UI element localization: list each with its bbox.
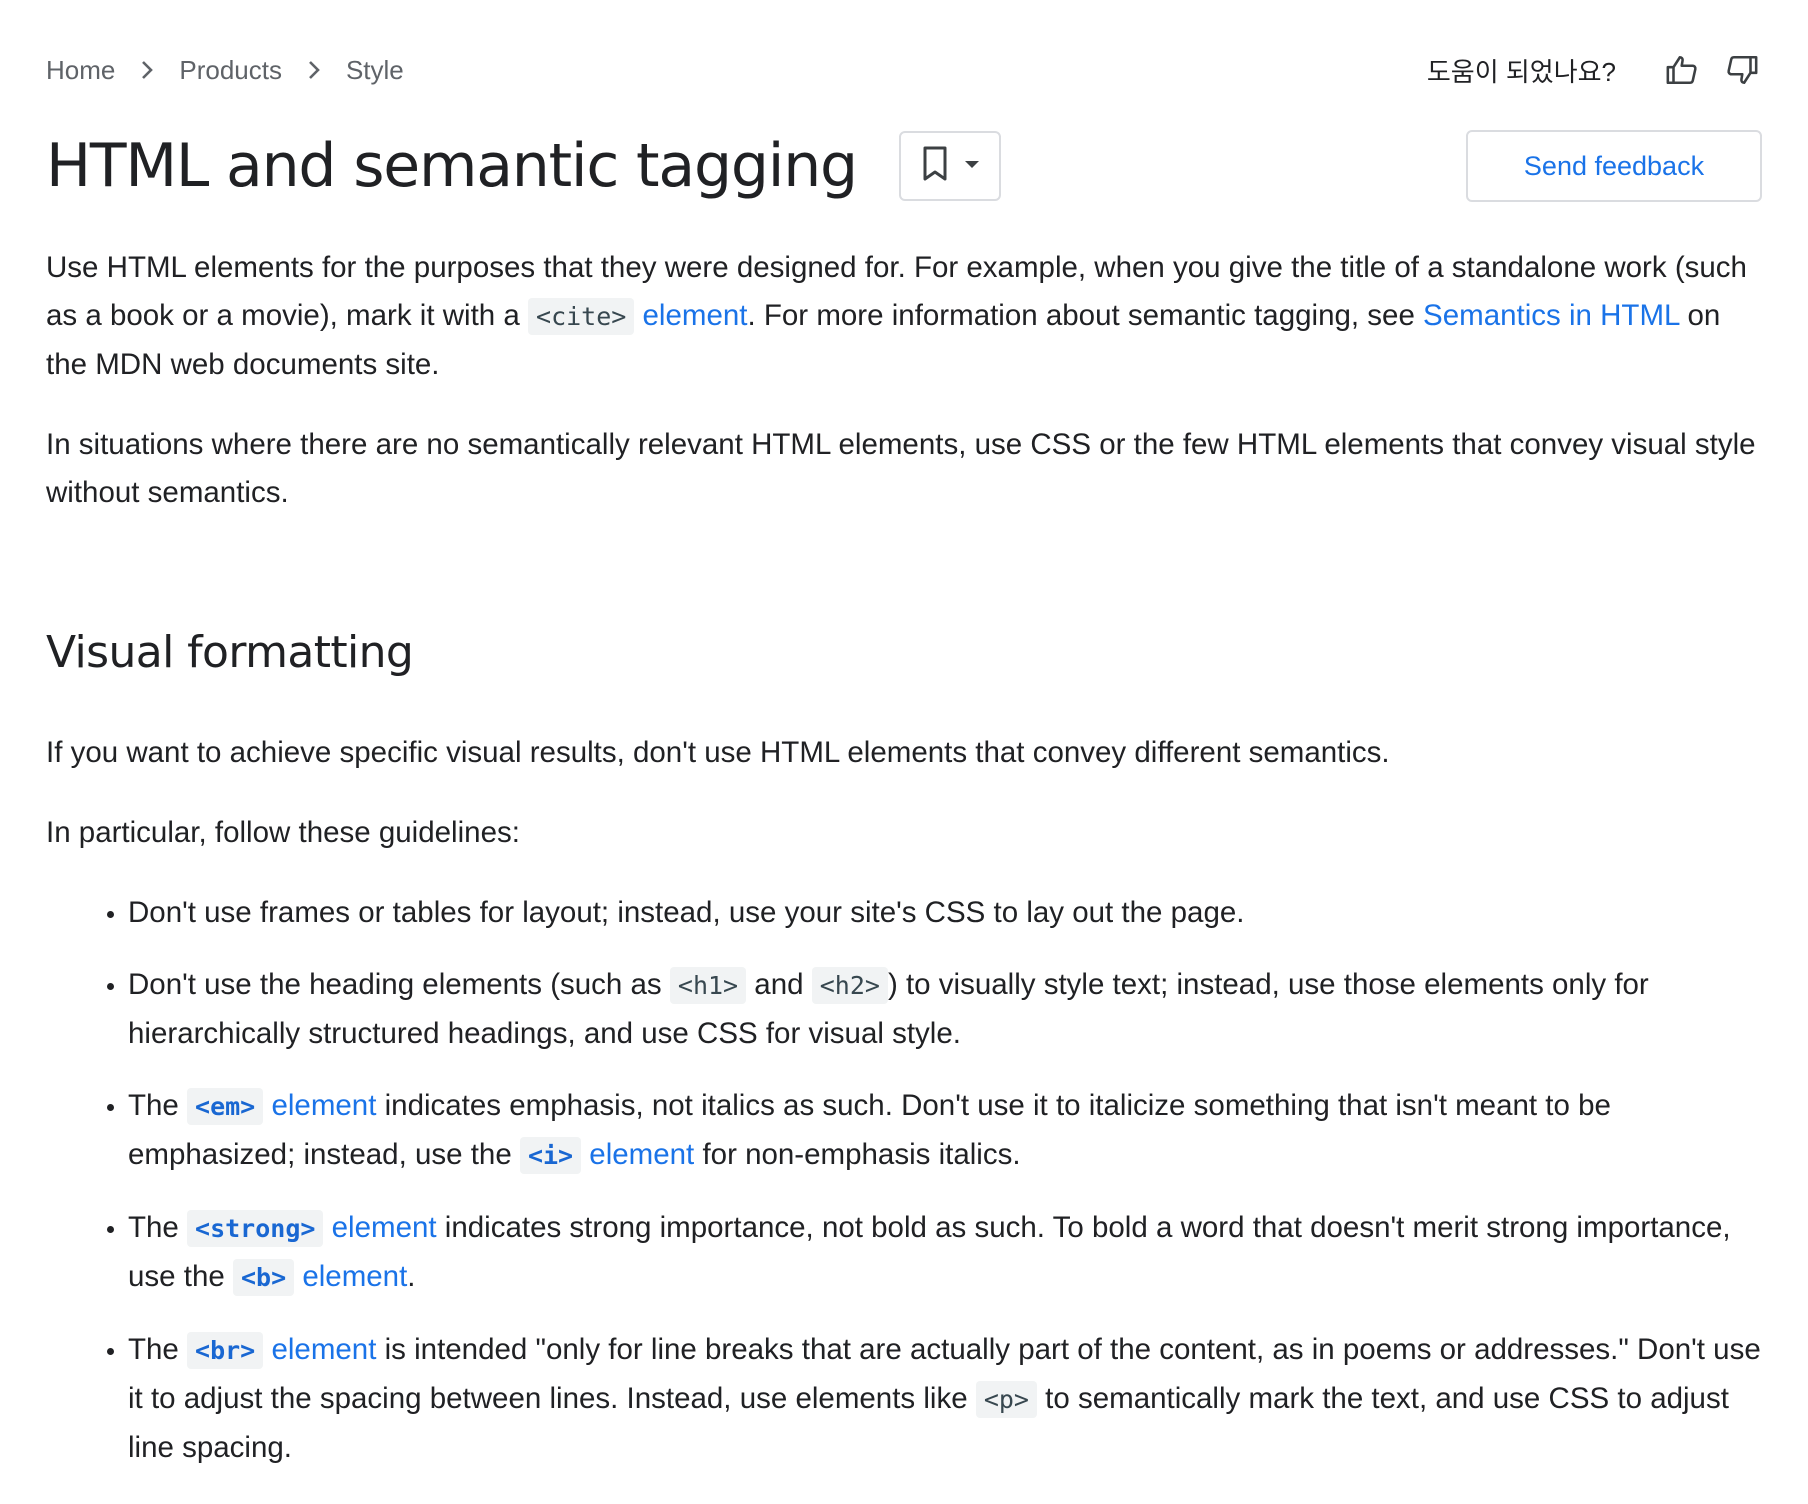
list-item: Don't use frames or tables for layout; i… xyxy=(128,889,1762,937)
list-item: Don't use the heading elements (such as … xyxy=(128,961,1762,1058)
p-code: <p> xyxy=(975,1381,1037,1418)
thumb-up-icon[interactable] xyxy=(1662,50,1702,90)
em-code: <em> xyxy=(187,1088,264,1125)
text: The xyxy=(128,1089,188,1122)
text: The xyxy=(128,1333,188,1366)
intro-paragraph-1: Use HTML elements for the purposes that … xyxy=(46,244,1762,389)
breadcrumb: Home Products Style xyxy=(46,55,404,86)
br-element-link[interactable]: <br> element xyxy=(187,1332,377,1369)
h2-code: <h2> xyxy=(811,967,888,1004)
text: The xyxy=(128,1211,188,1244)
send-feedback-button[interactable]: Send feedback xyxy=(1466,130,1762,202)
semantics-in-html-link[interactable]: Semantics in HTML xyxy=(1423,299,1679,332)
breadcrumb-products[interactable]: Products xyxy=(179,55,282,86)
section-paragraph-2: In particular, follow these guidelines: xyxy=(46,816,520,849)
strong-code: <strong> xyxy=(187,1210,324,1247)
title-row: HTML and semantic tagging Send feedback xyxy=(46,124,1762,208)
helpful-widget: 도움이 되었나요? xyxy=(1427,50,1762,90)
helpful-question: 도움이 되었나요? xyxy=(1426,56,1616,87)
breadcrumb-home[interactable]: Home xyxy=(46,55,115,86)
b-element-link[interactable]: <b> element xyxy=(232,1259,408,1296)
text: Don't use the heading elements (such as xyxy=(128,968,670,1001)
link-text: element xyxy=(581,1138,695,1171)
caret-down-icon xyxy=(964,157,980,175)
thumb-down-icon[interactable] xyxy=(1722,50,1762,90)
b-code: <b> xyxy=(232,1259,295,1296)
bookmark-button[interactable] xyxy=(898,131,1001,201)
i-code: <i> xyxy=(519,1137,582,1174)
guidelines-list: Don't use frames or tables for layout; i… xyxy=(46,889,1762,1472)
intro-paragraph-2: In situations where there are no semanti… xyxy=(46,428,1756,509)
text: . xyxy=(407,1260,416,1293)
h1-code: <h1> xyxy=(669,967,747,1004)
link-text: element xyxy=(294,1260,408,1293)
link-text: element xyxy=(323,1211,437,1244)
strong-element-link[interactable]: <strong> element xyxy=(187,1210,437,1247)
text: . For more information about semantic ta… xyxy=(747,299,1424,332)
page-title: HTML and semantic tagging xyxy=(46,131,858,201)
text: for non-emphasis italics. xyxy=(694,1138,1021,1171)
top-bar: Home Products Style 도움이 되었나요? xyxy=(46,48,1762,92)
cite-element-link[interactable]: element xyxy=(634,299,748,332)
br-code: <br> xyxy=(187,1332,264,1369)
link-text: element xyxy=(263,1333,377,1366)
list-item: The <em> element indicates emphasis, not… xyxy=(128,1082,1762,1180)
list-item: The <br> element is intended "only for l… xyxy=(128,1326,1762,1472)
chevron-right-icon xyxy=(296,55,332,85)
link-text: element xyxy=(263,1089,377,1122)
bookmark-icon xyxy=(920,145,950,188)
chevron-right-icon xyxy=(129,55,165,85)
section-heading: Visual formatting xyxy=(46,627,414,678)
text: and xyxy=(746,968,812,1001)
cite-code: <cite> xyxy=(528,298,635,335)
section-paragraph-1: If you want to achieve specific visual r… xyxy=(46,736,1390,769)
list-item: The <strong> element indicates strong im… xyxy=(128,1204,1762,1302)
em-element-link[interactable]: <em> element xyxy=(187,1088,377,1125)
breadcrumb-style[interactable]: Style xyxy=(346,55,404,86)
i-element-link[interactable]: <i> element xyxy=(519,1137,695,1174)
article-body: Use HTML elements for the purposes that … xyxy=(46,244,1762,1496)
